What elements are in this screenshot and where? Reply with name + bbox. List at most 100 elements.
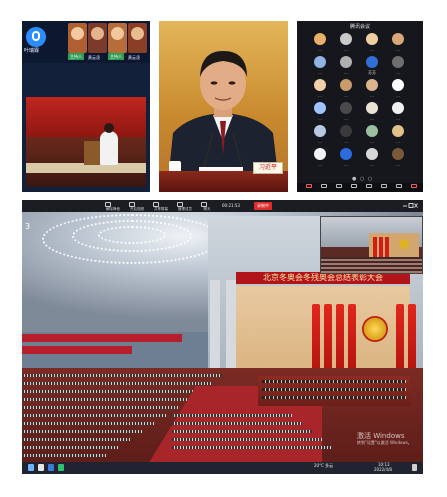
avatar bbox=[340, 56, 352, 68]
participant-cell[interactable]: 芳芳 bbox=[363, 56, 381, 81]
meeting-toolbar: 解除静音 开启视频 共享屏幕 管理成员 聊天 00:21:53 录制中 bbox=[22, 200, 423, 212]
participant-name: ... bbox=[318, 162, 322, 167]
toolbar-label: 管理成员 bbox=[178, 207, 192, 211]
toolbar-video[interactable]: 开启视频 bbox=[126, 201, 148, 211]
toolbar-label: 开启视频 bbox=[130, 207, 144, 211]
participant-cell[interactable]: ... bbox=[337, 33, 355, 58]
seat-row bbox=[22, 382, 212, 385]
participant-name: 芳芳 bbox=[368, 70, 376, 75]
page-dots[interactable]: ● ○ ○ bbox=[352, 177, 373, 182]
participant-cell[interactable]: ... bbox=[337, 56, 355, 81]
participant-face bbox=[111, 27, 124, 40]
search-icon[interactable] bbox=[38, 464, 44, 471]
participant-cell[interactable]: ... bbox=[389, 33, 407, 58]
toolbar-share[interactable]: 共享屏幕 bbox=[150, 201, 172, 211]
participant-cell[interactable]: ... bbox=[311, 56, 329, 81]
participant-cell[interactable]: ... bbox=[363, 125, 381, 150]
rostrum-seat-row bbox=[262, 380, 406, 383]
shared-video-thumbnail[interactable] bbox=[26, 97, 146, 187]
pip-flag bbox=[373, 237, 377, 257]
toolbar-label: 解除静音 bbox=[106, 207, 120, 211]
members-icon[interactable] bbox=[350, 184, 358, 191]
toolbar-mute[interactable]: 解除静音 bbox=[102, 201, 124, 211]
red-curtain bbox=[26, 97, 146, 137]
video-tile[interactable] bbox=[108, 23, 127, 53]
participant-cell[interactable]: ... bbox=[363, 33, 381, 58]
participant-cell[interactable]: ... bbox=[389, 56, 407, 81]
participant-cell[interactable]: ... bbox=[311, 102, 329, 127]
toolbar-chat[interactable]: 聊天 bbox=[198, 201, 216, 211]
seat-row bbox=[22, 374, 222, 377]
participant-cell[interactable]: ... bbox=[389, 79, 407, 104]
red-flag bbox=[312, 304, 320, 374]
video-tile[interactable] bbox=[68, 23, 87, 53]
meeting-timer: 00:21:53 bbox=[222, 203, 240, 208]
avatar bbox=[366, 102, 378, 114]
avatar bbox=[366, 33, 378, 45]
share-icon[interactable] bbox=[335, 184, 343, 191]
recording-badge[interactable]: 录制中 bbox=[254, 202, 272, 210]
participant-cell[interactable]: ... bbox=[311, 33, 329, 58]
seat-row bbox=[22, 398, 190, 401]
record-icon[interactable] bbox=[380, 184, 388, 191]
participant-cell[interactable]: ... bbox=[389, 102, 407, 127]
self-name-label: 叶瑞霖 bbox=[24, 48, 40, 54]
participant-cell[interactable]: ... bbox=[311, 79, 329, 104]
leave-icon[interactable] bbox=[410, 184, 418, 191]
notification-icon[interactable] bbox=[412, 464, 417, 471]
pip-emblem bbox=[399, 239, 409, 249]
red-flag bbox=[348, 304, 356, 374]
microphone-icon[interactable] bbox=[26, 27, 46, 47]
avatar bbox=[366, 56, 378, 68]
participant-cell[interactable]: ... bbox=[363, 79, 381, 104]
avatar bbox=[392, 102, 404, 114]
participant-name: ... bbox=[370, 93, 374, 98]
participant-cell[interactable]: ... bbox=[389, 125, 407, 150]
podium bbox=[84, 141, 100, 165]
meeting-app-title: 腾讯会议 bbox=[349, 24, 370, 30]
seat-row bbox=[172, 438, 322, 441]
seat-row bbox=[22, 422, 154, 425]
avatar bbox=[392, 33, 404, 45]
participant-name: ... bbox=[344, 139, 348, 144]
seat-row bbox=[172, 414, 292, 417]
avatar bbox=[314, 56, 326, 68]
avatar bbox=[340, 102, 352, 114]
browser-icon[interactable] bbox=[48, 464, 54, 471]
national-emblem bbox=[362, 316, 388, 342]
weather-status[interactable]: 20°C 多云 bbox=[314, 464, 333, 468]
toolbar-members[interactable]: 管理成员 bbox=[174, 201, 196, 211]
seat-row bbox=[22, 446, 118, 449]
seat-row bbox=[172, 422, 302, 425]
meeting-app-icon[interactable] bbox=[58, 464, 64, 471]
seat-row bbox=[22, 390, 202, 393]
participant-cell[interactable]: ... bbox=[363, 148, 381, 173]
participant-face bbox=[91, 27, 104, 40]
balcony-rail bbox=[22, 334, 182, 342]
seat-row bbox=[22, 430, 142, 433]
phone-top-bar: 叶瑞霖 主持人 主持人 黄云凌 黄云凌 bbox=[22, 21, 150, 63]
chat-icon[interactable] bbox=[365, 184, 373, 191]
picture-in-picture-video[interactable] bbox=[320, 216, 423, 274]
name-placard: 习近平 bbox=[253, 162, 283, 174]
participant-name: ... bbox=[318, 139, 322, 144]
participant-cell[interactable]: ... bbox=[311, 148, 329, 173]
pip-seats bbox=[321, 257, 422, 273]
mute-icon[interactable] bbox=[305, 184, 313, 191]
video-icon[interactable] bbox=[320, 184, 328, 191]
pip-flag bbox=[385, 237, 389, 257]
video-tile[interactable] bbox=[128, 23, 147, 53]
start-icon[interactable] bbox=[28, 464, 34, 471]
participant-cell[interactable]: ... bbox=[337, 148, 355, 173]
participant-cell[interactable]: ... bbox=[337, 79, 355, 104]
participant-cell[interactable]: ... bbox=[389, 148, 407, 173]
red-flag bbox=[408, 304, 416, 374]
participant-cell[interactable]: ... bbox=[311, 125, 329, 150]
participant-cell[interactable]: ... bbox=[337, 125, 355, 150]
window-controls-icon[interactable] bbox=[402, 202, 418, 210]
clock-date[interactable]: 2022/4/8 bbox=[374, 468, 392, 472]
participant-cell[interactable]: ... bbox=[363, 102, 381, 127]
participant-cell[interactable]: ... bbox=[337, 102, 355, 127]
more-icon[interactable] bbox=[395, 184, 403, 191]
video-tile[interactable] bbox=[88, 23, 107, 53]
